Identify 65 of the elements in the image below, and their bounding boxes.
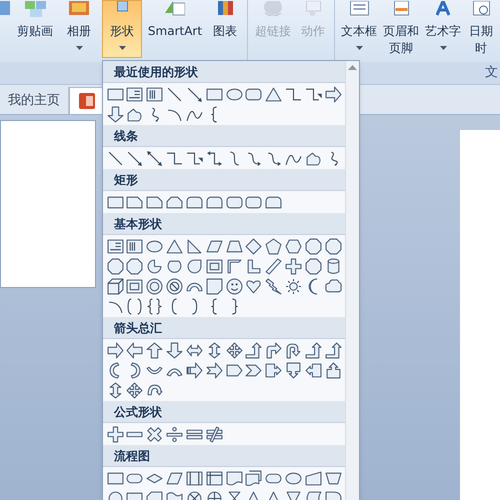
down-arrow-shape-icon[interactable] [164, 340, 184, 360]
pentagon-shape-icon[interactable] [264, 236, 284, 256]
divide-shape-icon[interactable] [164, 424, 184, 444]
ribbon-button[interactable]: 相册 [60, 0, 98, 58]
left-arrow-shape-icon[interactable] [124, 340, 145, 360]
octagon-shape-icon[interactable] [303, 256, 324, 276]
ribbon-icon [394, 1, 408, 16]
bent-up-arrow-shape-icon[interactable] [303, 340, 324, 360]
presentation-icon [78, 92, 96, 110]
bent-arrow-shape-icon[interactable] [264, 340, 284, 360]
cube-shape-icon[interactable] [105, 276, 125, 296]
ribbon-button[interactable]: 艺术字 [424, 0, 462, 58]
elbow-arrow-shape-icon[interactable] [204, 148, 224, 168]
scroll-up-icon[interactable] [348, 65, 358, 70]
not-equal-shape-icon[interactable] [204, 424, 224, 444]
plus-shape-icon[interactable] [105, 424, 125, 444]
four-way-arrow-shape-icon[interactable] [224, 340, 244, 360]
section-title: 矩形 [114, 172, 138, 188]
octagon-shape-icon[interactable] [124, 256, 145, 276]
ribbon-icon [24, 1, 46, 17]
ribbon-icon [164, 1, 186, 16]
ring-shape-icon[interactable] [144, 276, 165, 296]
ribbon-icon [264, 1, 282, 16]
ribbon-button[interactable]: SmartArt [146, 0, 204, 58]
down-arrow-shape-icon[interactable] [105, 104, 125, 124]
group-label: 文 [485, 64, 498, 82]
smiley-shape-icon[interactable] [224, 276, 244, 296]
sun-shape-icon[interactable] [284, 276, 304, 296]
ribbon-button[interactable]: 日期 时 [466, 0, 496, 58]
ribbon-button[interactable]: 剪贴画 [14, 0, 56, 58]
ribbon-icon [116, 1, 128, 12]
ribbon-icon [472, 1, 490, 16]
section-title: 线条 [114, 128, 138, 144]
plus-shape-icon[interactable] [284, 256, 304, 276]
section-title: 基本形状 [114, 216, 162, 232]
ribbon-button[interactable]: 图表 [208, 0, 242, 58]
section-title: 箭头总汇 [114, 320, 162, 336]
no-symbol-shape-icon[interactable] [164, 276, 184, 296]
ribbon-icon [69, 1, 89, 15]
multi-document-shape-icon[interactable] [244, 468, 264, 488]
diagonal-stripe-shape-icon[interactable] [264, 256, 284, 276]
ribbon-button[interactable]: 形状 [102, 0, 142, 58]
ribbon-icon [436, 1, 450, 16]
bent-up-arrow-shape-icon[interactable] [323, 340, 344, 360]
octagon-shape-icon[interactable] [303, 236, 324, 256]
ribbon-icon [350, 1, 368, 16]
striped-arrow-shape-icon[interactable] [184, 360, 204, 380]
right-arrow-shape-icon[interactable] [323, 84, 344, 104]
ribbon-icon [306, 1, 320, 16]
double-arrow-shape-icon[interactable] [144, 148, 165, 168]
ribbon-icon [218, 1, 232, 15]
lightning-bolt-shape-icon[interactable] [264, 276, 284, 296]
section-title: 公式形状 [114, 404, 162, 420]
ribbon-button[interactable]: 页眉和 页脚 [382, 0, 420, 58]
ribbon-button[interactable]: 文本框 [340, 0, 378, 58]
four-way-arrow-shape-icon[interactable] [124, 380, 145, 400]
multiply-shape-icon[interactable] [144, 424, 165, 444]
section-title: 最近使用的形状 [114, 64, 198, 80]
up-arrow-shape-icon[interactable] [144, 340, 165, 360]
folded-corner-shape-icon[interactable] [204, 276, 224, 296]
octagon-shape-icon[interactable] [323, 236, 344, 256]
section-title: 流程图 [114, 448, 150, 464]
right-arrow-shape-icon[interactable] [105, 340, 125, 360]
bent-up-arrow-shape-icon[interactable] [244, 340, 264, 360]
octagon-shape-icon[interactable] [105, 256, 125, 276]
